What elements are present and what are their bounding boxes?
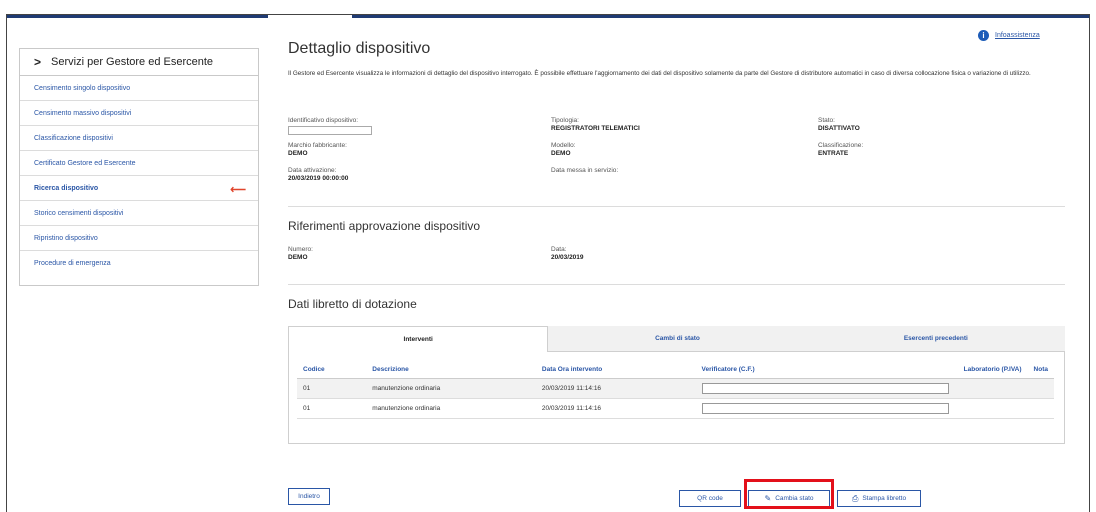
print-booklet-button[interactable]: ⎙ Stampa libretto: [837, 490, 921, 507]
field-data-attivazione: Data attivazione: 20/03/2019 00:00:00: [288, 167, 349, 182]
sidebar-item-procedure-emergenza[interactable]: Procedure di emergenza: [20, 251, 258, 275]
sidebar-item-ripristino[interactable]: Ripristino dispositivo: [20, 226, 258, 251]
highlight-box: [744, 479, 834, 509]
col-nota: Nota: [1027, 360, 1054, 379]
col-descrizione: Descrizione: [366, 360, 536, 379]
verificatore-input[interactable]: [701, 383, 949, 394]
printer-icon: ⎙: [851, 493, 859, 503]
divider: [288, 284, 1065, 285]
infoassistenza-link[interactable]: i Infoassistenza: [978, 30, 1040, 41]
interventi-panel: Codice Descrizione Data Ora intervento V…: [288, 352, 1065, 444]
field-tipologia: Tipologia: REGISTRATORI TELEMATICI: [551, 117, 640, 132]
sidebar-item-classificazione[interactable]: Classificazione dispositivi: [20, 126, 258, 151]
field-stato: Stato: DISATTIVATO: [818, 117, 860, 132]
sidebar-header[interactable]: > Servizi per Gestore ed Esercente: [20, 49, 258, 76]
qr-code-button[interactable]: QR code: [679, 490, 741, 507]
sidebar-item-censimento-singolo[interactable]: Censimento singolo dispositivo: [20, 76, 258, 101]
page-title: Dettaglio dispositivo: [288, 40, 431, 57]
sidebar-title: Servizi per Gestore ed Esercente: [51, 56, 214, 68]
sidebar-menu: > Servizi per Gestore ed Esercente Censi…: [19, 48, 259, 286]
verificatore-input[interactable]: [701, 403, 949, 414]
sidebar-item-storico[interactable]: Storico censimenti dispositivi: [20, 201, 258, 226]
col-codice: Codice: [297, 360, 367, 379]
table-row: 01 manutenzione ordinaria 20/03/2019 11:…: [297, 398, 1054, 419]
col-verificatore: Verificatore (C.F.): [695, 360, 857, 379]
sidebar-item-censimento-massivo[interactable]: Censimento massivo dispositivi: [20, 101, 258, 126]
field-identificativo: Identificativo dispositivo:: [288, 117, 372, 135]
interventi-table: Codice Descrizione Data Ora intervento V…: [297, 360, 1054, 419]
tab-cambi-di-stato[interactable]: Cambi di stato: [548, 326, 807, 352]
table-row: 01 manutenzione ordinaria 20/03/2019 11:…: [297, 378, 1054, 399]
section-title-approvazione: Riferimenti approvazione dispositivo: [288, 219, 481, 233]
tab-esercenti-precedenti[interactable]: Esercenti precedenti: [806, 326, 1065, 352]
field-marchio: Marchio fabbricante: DEMO: [288, 142, 347, 157]
back-button[interactable]: Indietro: [288, 488, 330, 505]
libretto-tabs: Interventi Cambi di stato Esercenti prec…: [288, 326, 1065, 352]
info-icon: i: [978, 30, 989, 41]
page-intro: Il Gestore ed Esercente visualizza le in…: [288, 70, 1031, 77]
chevron-right-icon: >: [34, 55, 42, 69]
field-numero: Numero: DEMO: [288, 246, 313, 261]
table-header-row: Codice Descrizione Data Ora intervento V…: [297, 360, 1054, 379]
col-laboratorio: Laboratorio (P.IVA): [856, 360, 1028, 379]
field-data-approvazione: Data: 20/03/2019: [551, 246, 584, 261]
field-data-messa-servizio: Data messa in servizio:: [551, 167, 619, 174]
identificativo-input: [288, 126, 372, 135]
sidebar-item-ricerca-dispositivo[interactable]: Ricerca dispositivo ⟵: [20, 176, 258, 201]
tab-interventi[interactable]: Interventi: [288, 326, 549, 352]
divider: [288, 206, 1065, 207]
field-modello: Modello: DEMO: [551, 142, 576, 157]
arrow-left-icon: ⟵: [230, 184, 246, 196]
section-title-libretto: Dati libretto di dotazione: [288, 297, 417, 311]
sidebar-item-certificato[interactable]: Certificato Gestore ed Esercente: [20, 151, 258, 176]
col-data-ora: Data Ora intervento: [535, 360, 696, 379]
field-classificazione: Classificazione: ENTRATE: [818, 142, 864, 157]
